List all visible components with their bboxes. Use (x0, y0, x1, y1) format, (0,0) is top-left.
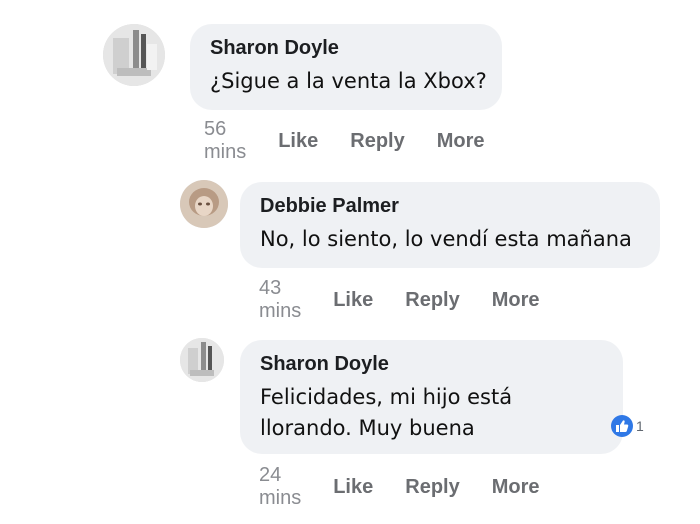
comment-text: No, lo siento, lo vendí esta mañana (260, 227, 632, 251)
comment-timestamp[interactable]: 56 mins (204, 118, 246, 164)
comment-timestamp[interactable]: 24 mins (259, 464, 301, 510)
comment-actions: 43 mins Like Reply More (259, 277, 540, 323)
comment-bubble: Sharon Doyle ¿Sigue a la venta la Xbox? (190, 24, 502, 110)
more-button[interactable]: More (437, 130, 485, 153)
reply-button[interactable]: Reply (405, 476, 459, 499)
comment-actions: 24 mins Like Reply More (259, 464, 540, 510)
thumbs-up-icon (611, 415, 633, 437)
reaction-count[interactable]: 1 (611, 415, 644, 437)
more-button[interactable]: More (492, 476, 540, 499)
avatar[interactable] (180, 180, 228, 228)
more-button[interactable]: More (492, 289, 540, 312)
avatar-photo (180, 180, 228, 228)
reply-button[interactable]: Reply (405, 289, 459, 312)
comment-actions: 56 mins Like Reply More (204, 118, 485, 164)
reaction-count-value: 1 (636, 418, 644, 434)
comment-text: ¿Sigue a la venta la Xbox? (210, 69, 487, 93)
comment-bubble: Debbie Palmer No, lo siento, lo vendí es… (240, 182, 660, 268)
comment-text: Felicidades, mi hijo está llorando. Muy … (260, 385, 513, 440)
avatar[interactable] (103, 24, 165, 86)
comment-author[interactable]: Sharon Doyle (260, 352, 609, 376)
comment-timestamp[interactable]: 43 mins (259, 277, 301, 323)
comment-author[interactable]: Debbie Palmer (260, 194, 646, 218)
avatar[interactable] (180, 338, 224, 382)
reply-button[interactable]: Reply (350, 130, 404, 153)
comment-author[interactable]: Sharon Doyle (210, 36, 488, 60)
like-button[interactable]: Like (333, 289, 373, 312)
avatar-photo (180, 338, 224, 382)
like-button[interactable]: Like (333, 476, 373, 499)
avatar-photo (103, 24, 165, 86)
like-button[interactable]: Like (278, 130, 318, 153)
comment-bubble: Sharon Doyle Felicidades, mi hijo está l… (240, 340, 623, 454)
